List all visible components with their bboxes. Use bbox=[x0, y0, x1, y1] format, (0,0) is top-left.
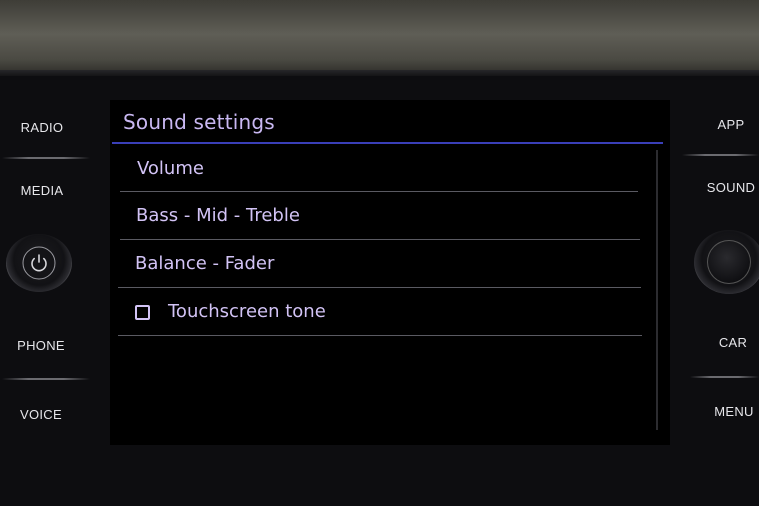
page-title: Sound settings bbox=[123, 110, 275, 134]
left-separator-top bbox=[2, 157, 90, 159]
touchscreen-tone-checkbox[interactable] bbox=[135, 305, 150, 320]
title-underline bbox=[112, 142, 663, 144]
knob-cap bbox=[707, 240, 751, 284]
row-divider bbox=[120, 191, 638, 192]
infotainment-unit: RADIO MEDIA PHONE VOICE APP SOUND CAR ME… bbox=[0, 0, 759, 506]
media-button[interactable]: MEDIA bbox=[14, 183, 70, 198]
dashboard-trim bbox=[0, 0, 759, 76]
left-separator-bottom bbox=[2, 378, 90, 380]
scrollbar[interactable] bbox=[656, 150, 658, 430]
menu-button[interactable]: MENU bbox=[708, 404, 759, 419]
row-divider bbox=[120, 239, 640, 240]
menu-item-volume[interactable]: Volume bbox=[137, 158, 204, 179]
app-button[interactable]: APP bbox=[704, 117, 758, 132]
right-separator-top bbox=[682, 154, 759, 156]
sound-button[interactable]: SOUND bbox=[704, 180, 758, 195]
power-icon bbox=[18, 242, 60, 284]
right-separator-bottom bbox=[690, 376, 759, 378]
car-button[interactable]: CAR bbox=[708, 335, 758, 350]
power-knob[interactable] bbox=[6, 234, 72, 292]
volume-knob[interactable] bbox=[694, 230, 759, 294]
menu-item-bass-mid-treble[interactable]: Bass - Mid - Treble bbox=[136, 205, 300, 226]
menu-item-touchscreen-tone[interactable]: Touchscreen tone bbox=[168, 301, 326, 322]
radio-button[interactable]: RADIO bbox=[14, 120, 70, 135]
phone-button[interactable]: PHONE bbox=[12, 338, 70, 353]
row-divider bbox=[118, 287, 641, 288]
row-divider bbox=[118, 335, 642, 336]
menu-item-balance-fader[interactable]: Balance - Fader bbox=[135, 253, 274, 274]
voice-button[interactable]: VOICE bbox=[12, 407, 70, 422]
